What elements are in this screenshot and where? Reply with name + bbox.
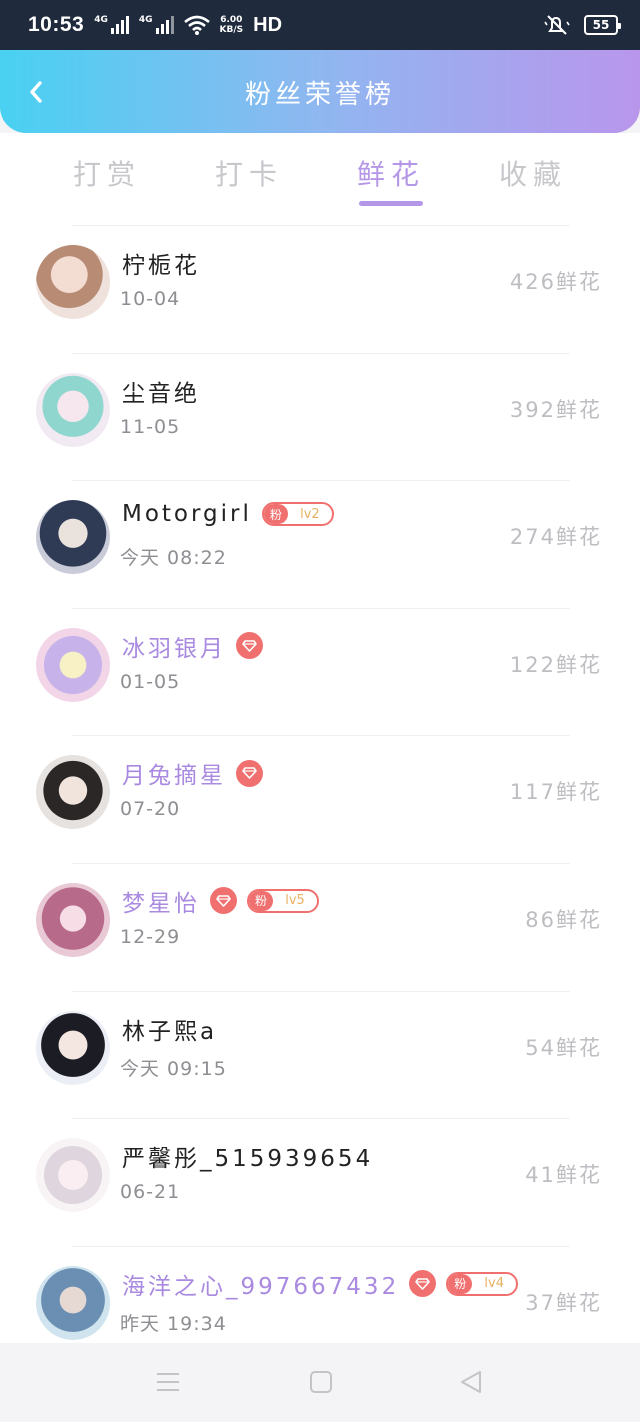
list-item-content: 严馨彤_515939654 06-21 41鲜花 [36,1119,640,1246]
entry-date: 06-21 [120,1181,181,1204]
signal-icon: 4G [94,16,129,34]
signal-icon: 4G [139,16,174,34]
diamond-badge-icon [409,1270,437,1298]
fan-level-badge: 粉 lv4 [446,1271,519,1296]
user-name: 柠栀花 [122,253,200,279]
list-item-content: 林子熙a 今天 09:15 54鲜花 [36,992,640,1119]
tab-checkin[interactable]: 打卡 [178,133,320,225]
user-name: 海洋之心_997667432 [122,1273,400,1300]
fan-badge-label: 粉 [448,1273,473,1294]
avatar[interactable] [36,372,110,447]
entry-date: 01-05 [120,670,181,693]
list-item[interactable]: Motorgirl 粉 lv2 今天 08:22 274鲜花 [36,480,600,608]
user-name: Motorgirl [122,501,252,528]
avatar[interactable] [36,1138,110,1213]
header-bar: 粉丝荣誉榜 [0,50,640,133]
battery-icon: 55 [584,15,621,35]
name-line: 梦星怡 粉 lv5 [122,884,319,918]
list-item[interactable]: 林子熙a 今天 09:15 54鲜花 [36,990,600,1119]
home-square-icon[interactable] [308,1369,334,1395]
flower-count: 54鲜花 [525,1035,602,1060]
entry-date: 昨天 19:34 [120,1312,227,1335]
avatar[interactable] [36,245,110,319]
fan-badge-label: 粉 [263,504,288,525]
user-name: 梦星怡 [122,890,200,917]
fan-level-badge: 粉 lv2 [261,502,334,527]
tab-flowers[interactable]: 鲜花 [320,133,462,225]
diamond-badge-icon [236,759,263,787]
flower-count: 274鲜花 [509,525,602,550]
page-title: 粉丝荣誉榜 [244,80,395,110]
name-line: 尘音绝 [122,374,200,408]
ranking-panel: 打赏 打卡 鲜花 收藏 柠栀花 10-04 426鲜花尘音绝 11-05 392鲜花 Mo… [0,133,640,1343]
user-name: 尘音绝 [122,380,200,407]
avatar[interactable] [36,1010,110,1085]
fan-list: 柠栀花 10-04 426鲜花尘音绝 11-05 392鲜花 Motorgirl 粉 lv2 今… [0,225,640,1373]
name-line: 林子熙a [122,1012,217,1046]
user-name: 月兔摘星 [122,763,226,790]
avatar[interactable] [36,755,110,830]
flower-count: 37鲜花 [525,1290,602,1315]
avatar[interactable] [36,500,110,575]
mute-icon [544,15,570,35]
user-name: 冰羽银月 [122,635,226,662]
name-line: 冰羽银月 [122,629,263,663]
list-item[interactable]: 柠栀花 10-04 426鲜花 [36,225,600,353]
list-item-content: 尘音绝 11-05 392鲜花 [36,354,640,481]
tab-bar: 打赏 打卡 鲜花 收藏 [0,133,640,225]
hd-indicator: HD [253,13,283,36]
diamond-badge-icon [236,632,263,660]
entry-date: 今天 09:15 [120,1057,227,1080]
diamond-badge-icon [210,887,237,915]
name-line: 严馨彤_515939654 [122,1139,373,1173]
list-item-content: Motorgirl 粉 lv2 今天 08:22 274鲜花 [36,481,640,608]
flower-count: 392鲜花 [509,397,602,422]
fan-badge-label: 粉 [249,890,273,911]
avatar[interactable] [36,627,110,702]
user-name: 严馨彤_515939654 [122,1146,374,1173]
wifi-icon [183,15,210,35]
clock: 10:53 [28,13,85,36]
user-name: 林子熙a [122,1018,218,1045]
fan-level: lv4 [484,1276,504,1292]
entry-date: 今天 08:22 [120,547,227,570]
entry-date: 10-04 [120,288,181,310]
entry-date: 12-29 [120,925,181,948]
tab-favorites[interactable]: 收藏 [462,133,604,225]
flower-count: 426鲜花 [509,270,602,294]
fan-level: lv2 [300,506,320,522]
name-line: 海洋之心_997667432 粉 lv4 [122,1267,519,1301]
name-line: 柠栀花 [122,246,200,280]
avatar[interactable] [36,1265,110,1340]
tab-active-indicator [359,201,423,206]
list-item-content: 柠栀花 10-04 426鲜花 [36,226,640,353]
name-line: 月兔摘星 [122,756,263,790]
fan-level-badge: 粉 lv5 [247,888,319,913]
flower-count: 122鲜花 [509,652,602,677]
fan-level: lv5 [285,893,305,909]
list-item-content: 冰羽银月 01-05 122鲜花 [36,609,640,736]
list-item[interactable]: 严馨彤_515939654 06-21 41鲜花 [36,1118,600,1246]
list-item-content: 月兔摘星 07-20 117鲜花 [36,736,640,863]
name-line: Motorgirl 粉 lv2 [122,501,334,527]
flower-count: 117鲜花 [509,780,602,805]
flower-count: 41鲜花 [525,1163,602,1188]
net-speed: 6.00 KB/S [219,15,244,35]
list-item[interactable]: 尘音绝 11-05 392鲜花 [36,352,600,481]
menu-icon[interactable] [155,1369,181,1395]
list-item[interactable]: 月兔摘星 07-20 117鲜花 [36,735,600,863]
list-item[interactable]: 冰羽银月 01-05 122鲜花 [36,607,600,736]
flower-count: 86鲜花 [525,907,602,932]
entry-date: 11-05 [120,415,181,438]
list-item[interactable]: 梦星怡 粉 lv5 12-29 86鲜花 [36,862,600,991]
status-bar: 10:53 4G 4G 6.00 KB/S HD 55 [0,0,640,50]
system-nav-bar [0,1343,640,1422]
avatar[interactable] [36,882,110,957]
back-triangle-icon[interactable] [458,1369,484,1395]
tab-reward[interactable]: 打赏 [36,133,178,225]
list-item-content: 梦星怡 粉 lv5 12-29 86鲜花 [36,864,640,991]
entry-date: 07-20 [120,798,181,821]
